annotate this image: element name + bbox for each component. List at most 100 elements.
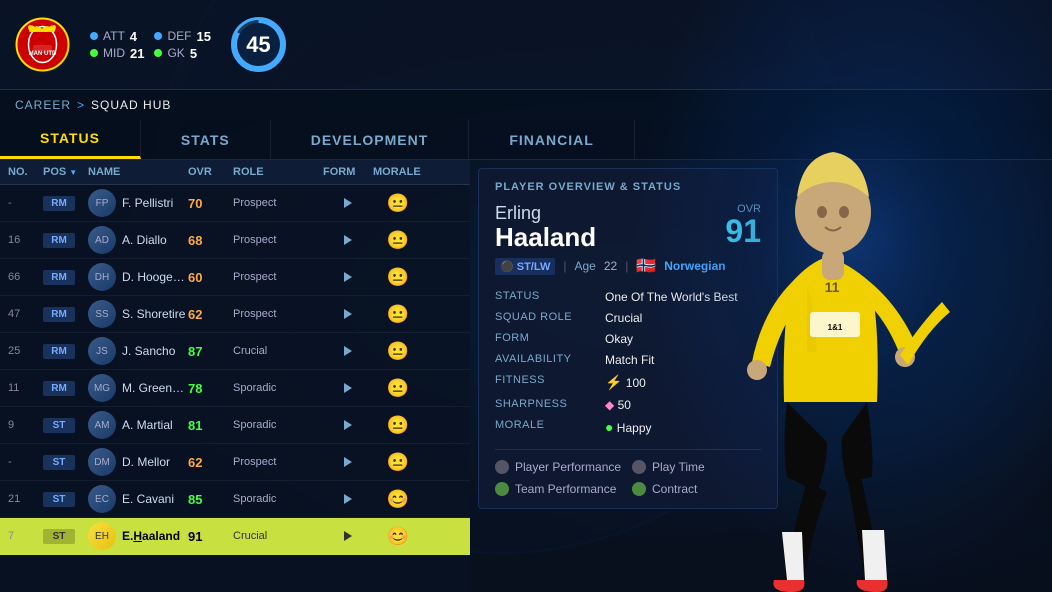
player-avatar: AM (88, 411, 116, 439)
table-header: No. Pos ▼ Name OVR Role Form Morale (0, 160, 470, 185)
morale-circle-icon: ● (605, 419, 613, 435)
form-arrow (323, 198, 373, 208)
player-info: DH D. Hoogewerf (88, 263, 188, 291)
player-position: RM (43, 381, 75, 396)
def-val: 15 (196, 29, 210, 44)
status-key-morale: MORALE (495, 419, 605, 435)
morale-icon: 😐 (373, 378, 423, 399)
player-row[interactable]: 11 RM MG M. Greenwood 78 Sporadic 😐 (0, 370, 470, 407)
morale-icon: 😐 (373, 341, 423, 362)
player-row[interactable]: - ST DM D. Mellor 62 Prospect 😐 (0, 444, 470, 481)
player-ovr: 70 (188, 196, 233, 211)
mid-stat: MID 21 (90, 46, 144, 61)
player-position: ST (43, 529, 75, 544)
player-role: Prospect (233, 234, 323, 246)
player-row[interactable]: 9 ST AM A. Martial 81 Sporadic 😐 (0, 407, 470, 444)
player-ovr: 87 (188, 344, 233, 359)
gk-dot (154, 49, 162, 57)
col-no: No. (8, 166, 43, 178)
player-avatar: DH (88, 263, 116, 291)
diamond-icon: ◆ (605, 398, 614, 412)
player-ovr: 78 (188, 381, 233, 396)
player-name: E. Cavani (122, 492, 174, 506)
player-info: DM D. Mellor (88, 448, 188, 476)
player-info: SS S. Shoretire (88, 300, 188, 328)
player-row[interactable]: 66 RM DH D. Hoogewerf 60 Prospect 😐 (0, 259, 470, 296)
form-arrow (323, 457, 373, 467)
footer-player-performance: Player Performance (495, 460, 624, 474)
player-info: MG M. Greenwood (88, 374, 188, 402)
player-info: JS J. Sancho (88, 337, 188, 365)
player-row[interactable]: 25 RM JS J. Sancho 87 Crucial 😐 (0, 333, 470, 370)
player-number: 11 (8, 382, 43, 394)
player-name: S. Shoretire (122, 307, 185, 321)
player-number: 9 (8, 419, 43, 431)
player-number: 7 (8, 530, 43, 542)
att-val: 4 (130, 29, 137, 44)
tab-development[interactable]: DEVELOPMENT (271, 120, 470, 159)
player-ovr: 62 (188, 307, 233, 322)
att-label: ATT (103, 29, 125, 43)
player-list: No. Pos ▼ Name OVR Role Form Morale - RM… (0, 160, 470, 592)
mid-val: 21 (130, 46, 144, 61)
player-number: 21 (8, 493, 43, 505)
player-role: Crucial (233, 345, 323, 357)
tab-stats[interactable]: STATS (141, 120, 271, 159)
player-position: RM (43, 344, 75, 359)
def-dot (154, 32, 162, 40)
footer-label3: Team Performance (515, 482, 616, 496)
table-body[interactable]: - RM FP F. Pellistri 70 Prospect 😐 16 RM… (0, 185, 470, 592)
player-name: D. Mellor (122, 455, 170, 469)
form-arrow (323, 235, 373, 245)
player-avatar: EC (88, 485, 116, 513)
morale-icon: 😊 (373, 526, 423, 547)
player-row-selected[interactable]: 7 ST EH E.Haaland 91 Crucial 😊 (0, 518, 470, 555)
meta-age: 22 (604, 259, 617, 273)
tab-financial[interactable]: FINANCIAL (469, 120, 634, 159)
meta-age-label: Age (574, 259, 595, 273)
player-row[interactable]: 21 ST EC E. Cavani 85 Sporadic 😊 (0, 481, 470, 518)
player-avatar: SS (88, 300, 116, 328)
morale-icon: 😐 (373, 415, 423, 436)
col-ovr: OVR (188, 166, 233, 178)
att-stat: ATT 4 (90, 29, 144, 44)
morale-icon: 😐 (373, 230, 423, 251)
breadcrumb-sep: > (77, 98, 85, 112)
player-name: A. Diallo (122, 233, 167, 247)
player-role: Prospect (233, 197, 323, 209)
col-form: Form (323, 166, 373, 178)
gk-val: 5 (190, 46, 197, 61)
player-info: FP F. Pellistri (88, 189, 188, 217)
player-number: - (8, 456, 43, 468)
player-avatar: EH (88, 522, 116, 550)
player-row[interactable]: - RM FP F. Pellistri 70 Prospect 😐 (0, 185, 470, 222)
player-number: - (8, 197, 43, 209)
att-dot (90, 32, 98, 40)
player-ovr: 62 (188, 455, 233, 470)
tab-status[interactable]: STATUS (0, 120, 141, 159)
player-number: 66 (8, 271, 43, 283)
player-name: D. Hoogewerf (122, 270, 188, 284)
meta-position: ⚫ ST/LW (495, 258, 555, 275)
status-key-status: STATUS (495, 290, 605, 304)
footer-dot-grey (495, 460, 509, 474)
form-arrow (323, 383, 373, 393)
meta-separator: | (563, 259, 566, 273)
col-role: Role (233, 166, 323, 178)
player-avatar: DM (88, 448, 116, 476)
player-row[interactable]: 47 RM SS S. Shoretire 62 Prospect 😐 (0, 296, 470, 333)
player-row[interactable]: 16 RM AD A. Diallo 68 Prospect 😐 (0, 222, 470, 259)
sort-arrow[interactable]: ▼ (69, 168, 77, 177)
meta-separator2: | (625, 259, 628, 273)
player-name: F. Pellistri (122, 196, 173, 210)
player-ovr: 85 (188, 492, 233, 507)
player-number: 25 (8, 345, 43, 357)
player-name: A. Martial (122, 418, 173, 432)
def-stat: DEF 15 (154, 29, 210, 44)
player-position: ST (43, 418, 75, 433)
player-info: AD A. Diallo (88, 226, 188, 254)
player-info: EH E.Haaland (88, 522, 188, 550)
form-arrow (323, 420, 373, 430)
col-pos: Pos ▼ (43, 166, 88, 178)
player-hero-svg: 1&1 11 (632, 2, 1052, 592)
